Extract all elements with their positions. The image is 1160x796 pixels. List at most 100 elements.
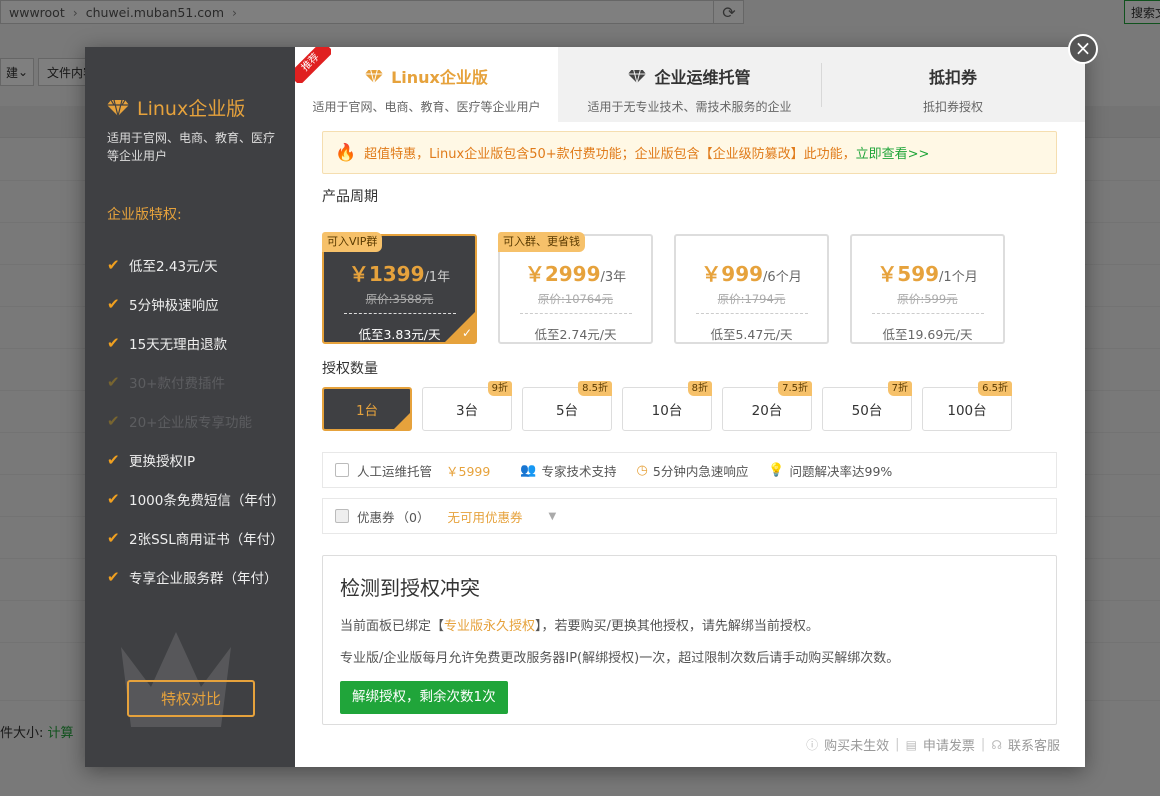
quantity-option[interactable]: 50台 7折 [822,381,912,431]
divider: | [895,737,900,752]
plan-price-per: /1个月 [939,270,978,285]
conflict-note: 专业版/企业版每月允许免费更改服务器IP(解绑授权)一次，超过限制次数后请手动购… [340,651,900,666]
quantity-label-text: 20台 [751,403,783,419]
plan-price-value: ￥2999 [524,262,601,286]
plan-daily-price: 低至19.69元/天 [882,327,973,342]
discount-badge: 9折 [487,381,512,396]
quantity-label-text: 50台 [851,403,883,419]
privilege-item: ✔ 5分钟极速响应 [107,284,285,323]
tab-name: Linux企业版 [295,64,558,88]
tab-linux-enterprise[interactable]: 推荐 Linux企业版 适用于官网、电商、教育、医疗等企业用户 [295,47,558,122]
privileges-title: 企业版特权: [107,207,182,223]
period-label: 产品周期 [322,189,378,205]
quantity-label: 授权数量 [322,361,378,377]
lightbulb-icon: 💡 [768,462,785,478]
plan-price-per: /3年 [600,270,627,285]
check-icon: ✔ [107,567,120,586]
coupon-row: 优惠券 （0） 无可用优惠券 ▼ [322,498,1057,534]
plan-price-value: ￥999 [701,262,764,286]
notice-link[interactable]: 立即查看>> [856,143,930,162]
quantity-option[interactable]: 100台 6.5折 [922,381,1012,431]
coupon-select[interactable]: 无可用优惠券 [447,507,522,526]
close-icon[interactable]: × [1068,34,1098,64]
privileges-list: ✔ 低至2.43元/天 ✔ 5分钟极速响应 ✔ 15天无理由退款 ✔ 30+款付费插件 … [107,245,285,596]
ops-feature: ◷ 5分钟内急速响应 [637,461,749,480]
privilege-label: 专享企业服务群（年付） [129,570,278,587]
quantity-label-text: 3台 [455,403,479,419]
headset-icon: ☊ [991,737,1002,752]
plan-daily-price: 低至2.74元/天 [534,327,617,342]
quantity-option[interactable]: 20台 7.5折 [722,381,812,431]
plan-badge: 可入VIP群 [322,232,383,252]
tab-name-text: 抵扣券 [928,68,977,87]
check-icon: ✔ [107,528,120,547]
plan-price: ￥999/6个月 [676,258,827,287]
coupon-checkbox[interactable] [335,509,349,523]
purchase-dialog: Linux企业版 适用于官网、电商、教育、医疗等企业用户 企业版特权: ✔ 低至2… [85,47,1085,767]
tab-coupon[interactable]: 抵扣券 抵扣券授权 [821,47,1085,122]
plan-price: ￥1399/1年 [324,258,475,287]
quantity-label-text: 5台 [555,403,579,419]
fire-icon: 🔥 [335,142,357,163]
unbind-license-button[interactable]: 解绑授权，剩余次数1次 [340,681,508,714]
sidebar-title: Linux企业版 [107,94,245,121]
conflict-message-end: 】，若要购买/更换其他授权，请先解绑当前授权。 [535,619,819,634]
plan-badge: 可入群、更省钱 [498,232,585,252]
quantity-option[interactable]: 5台 8.5折 [522,381,612,431]
plan-card[interactable]: ￥999/6个月 原价:1794元 低至5.47元/天 [674,234,829,344]
promo-notice: 🔥 超值特惠，Linux企业版包含50+款付费功能；企业版包含【企业级防篡改】此… [322,131,1057,174]
privilege-item: ✔ 2张SSL商用证书（年付） [107,518,285,557]
footer-link[interactable]: 购买未生效 [824,735,889,754]
plan-price-value: ￥1399 [348,262,425,286]
sidebar-desc: 适用于官网、电商、教育、医疗等企业用户 [107,131,276,163]
diamond-icon [365,69,384,83]
ops-service-checkbox[interactable] [335,463,349,477]
current-license-name: 专业版永久授权 [444,619,536,634]
check-icon: ✔ [107,255,120,274]
discount-badge: 8折 [687,381,712,396]
check-icon: ✔ [107,294,120,313]
ops-service-label: 人工运维托管 [357,463,433,479]
check-icon: ✔ [107,489,120,508]
privilege-label: 低至2.43元/天 [129,258,218,275]
invoice-icon: ▤ [905,737,917,752]
plan-price-per: /1年 [424,270,451,285]
quantity-option[interactable]: 3台 9折 [422,381,512,431]
ops-feature: 👥 专家技术支持 [520,461,616,480]
coupon-label: 优惠券 [357,509,395,525]
main-panel: 推荐 Linux企业版 适用于官网、电商、教育、医疗等企业用户 企业运维托管 适… [295,47,1085,767]
plan-original-price: 原价:1794元 [695,291,808,314]
plan-card[interactable]: 可入VIP群 ￥1399/1年 原价:3588元 低至3.83元/天 ✓ [322,232,477,344]
coupon-count: （0） [396,509,430,525]
privilege-label: 20+企业版专享功能 [129,414,252,431]
privilege-label: 30+款付费插件 [129,375,225,392]
plan-card[interactable]: 可入群、更省钱 ￥2999/3年 原价:10764元 低至2.74元/天 [498,232,653,344]
tab-name: 企业运维托管 [558,64,821,88]
footer-link[interactable]: 申请发票 [923,735,975,754]
conflict-message: 当前面板已绑定【专业版永久授权】，若要购买/更换其他授权，请先解绑当前授权。 [340,615,1039,634]
privilege-label: 更换授权IP [129,453,196,470]
diamond-icon [628,69,647,83]
privilege-item: ✔ 1000条免费短信（年付） [107,479,285,518]
privilege-label: 15天无理由退款 [129,336,228,353]
compare-privileges-button[interactable]: 特权对比 [127,680,255,717]
discount-badge: 7折 [887,381,912,396]
plan-original-price: 原价:10764元 [519,291,632,314]
ops-service-price: ￥5999 [446,463,491,479]
divider: | [980,737,986,752]
tab-ops-managed[interactable]: 企业运维托管 适用于无专业技术、需技术服务的企业 [558,47,821,122]
ops-feature-text: 问题解决率达99% [789,463,893,479]
caret-down-icon[interactable]: ▼ [548,511,556,522]
plan-price: ￥2999/3年 [500,258,651,287]
footer-link[interactable]: 联系客服 [1008,735,1060,754]
quantity-option[interactable]: 1台 [322,387,412,431]
tab-name-text: 企业运维托管 [654,68,751,87]
privilege-item: ✔ 专享企业服务群（年付） [107,557,285,596]
recommend-ribbon-text: 推荐 [295,47,331,83]
privilege-item: ✔ 20+企业版专享功能 [107,401,285,440]
license-conflict-box: 检测到授权冲突 当前面板已绑定【专业版永久授权】，若要购买/更换其他授权，请先解… [322,555,1057,725]
plan-original-price: 原价:599元 [871,291,984,314]
quantity-option[interactable]: 10台 8折 [622,381,712,431]
plan-card[interactable]: ￥599/1个月 原价:599元 低至19.69元/天 [850,234,1005,344]
tab-desc: 适用于官网、电商、教育、医疗等企业用户 [312,100,541,114]
